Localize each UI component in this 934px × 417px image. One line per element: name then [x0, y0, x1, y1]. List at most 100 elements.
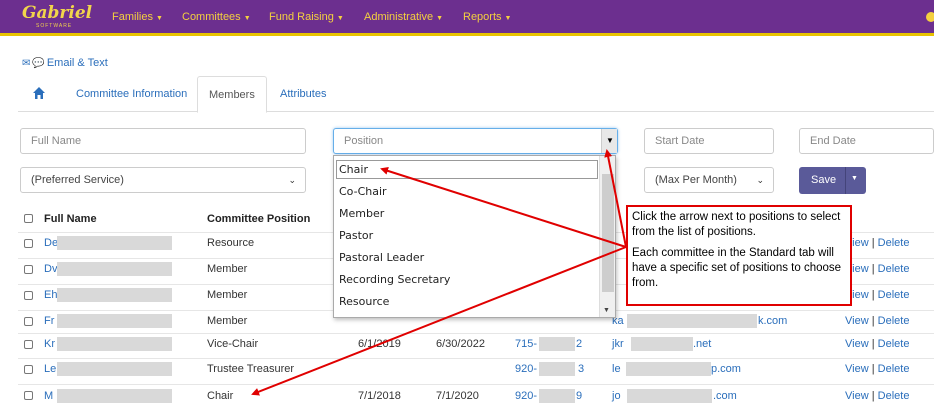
position-option-resource[interactable]: Resource: [339, 295, 389, 308]
row-actions: View | Delete: [845, 363, 910, 375]
save-button[interactable]: Save ▼: [799, 167, 866, 194]
tab-members[interactable]: Members: [197, 76, 267, 113]
logo-text: Gabriel: [22, 3, 93, 23]
position-select-placeholder: Position: [344, 135, 384, 147]
scrollbar-thumb[interactable]: [602, 174, 614, 292]
member-phone-end[interactable]: 2: [576, 338, 582, 350]
max-per-month-select[interactable]: (Max Per Month) ⌄: [644, 167, 774, 193]
delete-link[interactable]: Delete: [878, 263, 910, 275]
member-name-link[interactable]: Dv: [44, 263, 57, 275]
row-checkbox[interactable]: [24, 317, 33, 326]
member-phone-start[interactable]: 920-: [515, 390, 537, 402]
member-name-link[interactable]: Fr: [44, 315, 54, 327]
member-position: Vice-Chair: [207, 338, 259, 350]
chat-bubble-icon: 💬: [32, 58, 45, 69]
member-position: Trustee Treasurer: [207, 363, 295, 375]
delete-link[interactable]: Delete: [878, 363, 910, 375]
row-checkbox[interactable]: [24, 340, 33, 349]
position-option-member[interactable]: Member: [339, 207, 384, 220]
menu-fund-raising-label: Fund Raising: [269, 11, 334, 23]
position-dropdown-arrow[interactable]: ▼: [601, 129, 617, 153]
preferred-service-select[interactable]: (Preferred Service) ⌄: [20, 167, 306, 193]
tab-attributes[interactable]: Attributes: [280, 76, 326, 112]
member-phone-start[interactable]: 920-: [515, 363, 537, 375]
row-actions: View | Delete: [845, 390, 910, 402]
menu-fund-raising[interactable]: Fund Raising ▼: [269, 11, 344, 23]
menu-reports[interactable]: Reports ▼: [463, 11, 511, 23]
position-select[interactable]: Position ▼: [333, 128, 618, 154]
redacted-email: [627, 314, 757, 328]
row-actions: View | Delete: [845, 315, 910, 327]
delete-link[interactable]: Delete: [878, 237, 910, 249]
member-name-link[interactable]: Le: [44, 363, 56, 375]
delete-link[interactable]: Delete: [878, 289, 910, 301]
caret-down-icon[interactable]: ▼: [851, 175, 858, 182]
member-email-end[interactable]: p.com: [711, 363, 741, 375]
member-name-link[interactable]: Eh: [44, 289, 57, 301]
row-actions: View | Delete: [845, 338, 910, 350]
dropdown-scrollbar[interactable]: ▼: [599, 156, 615, 317]
view-link[interactable]: View: [845, 338, 869, 350]
row-actions: View | Delete: [845, 289, 910, 301]
row-divider: [18, 333, 934, 334]
member-email-end[interactable]: k.com: [758, 315, 787, 327]
member-start-date: 7/1/2018: [358, 390, 401, 402]
member-name-link[interactable]: De: [44, 237, 58, 249]
member-phone-end[interactable]: 9: [576, 390, 582, 402]
position-option-pastoral-leader[interactable]: Pastoral Leader: [339, 251, 424, 264]
end-date-input[interactable]: End Date: [799, 128, 934, 154]
delete-link[interactable]: Delete: [878, 338, 910, 350]
gabriel-logo[interactable]: Gabriel SOFTWARE: [22, 3, 92, 33]
delete-link[interactable]: Delete: [878, 390, 910, 402]
scroll-down-arrow-icon[interactable]: ▼: [603, 307, 610, 314]
home-icon[interactable]: [32, 86, 46, 100]
start-date-input[interactable]: Start Date: [644, 128, 774, 154]
redacted-name: [57, 389, 172, 403]
member-email-start[interactable]: le: [612, 363, 621, 375]
position-dropdown-list[interactable]: Chair Co-Chair Member Pastor Pastoral Le…: [333, 155, 616, 318]
member-email-start[interactable]: jo: [612, 390, 621, 402]
member-phone-start[interactable]: 715-: [515, 338, 537, 350]
menu-committees[interactable]: Committees ▼: [182, 11, 251, 23]
select-all-checkbox[interactable]: [24, 214, 33, 223]
save-button-label: Save: [811, 174, 837, 186]
delete-link[interactable]: Delete: [878, 315, 910, 327]
chevron-down-icon: ⌄: [288, 175, 296, 185]
save-split-divider: [845, 167, 846, 194]
menu-families[interactable]: Families ▼: [112, 11, 163, 23]
full-name-input[interactable]: Full Name: [20, 128, 306, 154]
menu-administrative[interactable]: Administrative ▼: [364, 11, 443, 23]
member-email-end[interactable]: .com: [713, 390, 737, 402]
email-text-label: Email & Text: [46, 57, 108, 69]
view-link[interactable]: View: [845, 315, 869, 327]
member-email-end[interactable]: .net: [693, 338, 711, 350]
row-divider: [18, 358, 934, 359]
email-text-link[interactable]: ✉ 💬 Email & Text: [22, 57, 108, 69]
member-name-link[interactable]: M: [44, 390, 53, 402]
member-position: Member: [207, 263, 248, 275]
position-option-co-chair[interactable]: Co-Chair: [339, 185, 387, 198]
row-checkbox[interactable]: [24, 239, 33, 248]
position-option-chair[interactable]: Chair: [339, 163, 368, 176]
caret-down-icon: ▼: [606, 136, 614, 145]
row-checkbox[interactable]: [24, 291, 33, 300]
menu-administrative-label: Administrative: [364, 11, 434, 23]
header-committee-position[interactable]: Committee Position: [207, 213, 310, 225]
member-end-date: 7/1/2020: [436, 390, 479, 402]
member-email-start[interactable]: jkr: [612, 338, 624, 350]
member-name-link[interactable]: Kr: [44, 338, 55, 350]
view-link[interactable]: View: [845, 363, 869, 375]
user-icon[interactable]: [926, 12, 934, 22]
position-option-pastor[interactable]: Pastor: [339, 229, 373, 242]
caret-down-icon: ▼: [504, 15, 512, 22]
menu-committees-label: Committees: [182, 11, 241, 23]
view-link[interactable]: View: [845, 390, 869, 402]
member-phone-end[interactable]: 3: [578, 363, 584, 375]
row-checkbox[interactable]: [24, 365, 33, 374]
row-checkbox[interactable]: [24, 265, 33, 274]
tab-committee-information[interactable]: Committee Information: [76, 76, 187, 112]
header-full-name[interactable]: Full Name: [44, 213, 97, 225]
row-checkbox[interactable]: [24, 391, 33, 400]
instruction-callout: Click the arrow next to positions to sel…: [626, 205, 852, 306]
position-option-recording-secretary[interactable]: Recording Secretary: [339, 273, 450, 286]
